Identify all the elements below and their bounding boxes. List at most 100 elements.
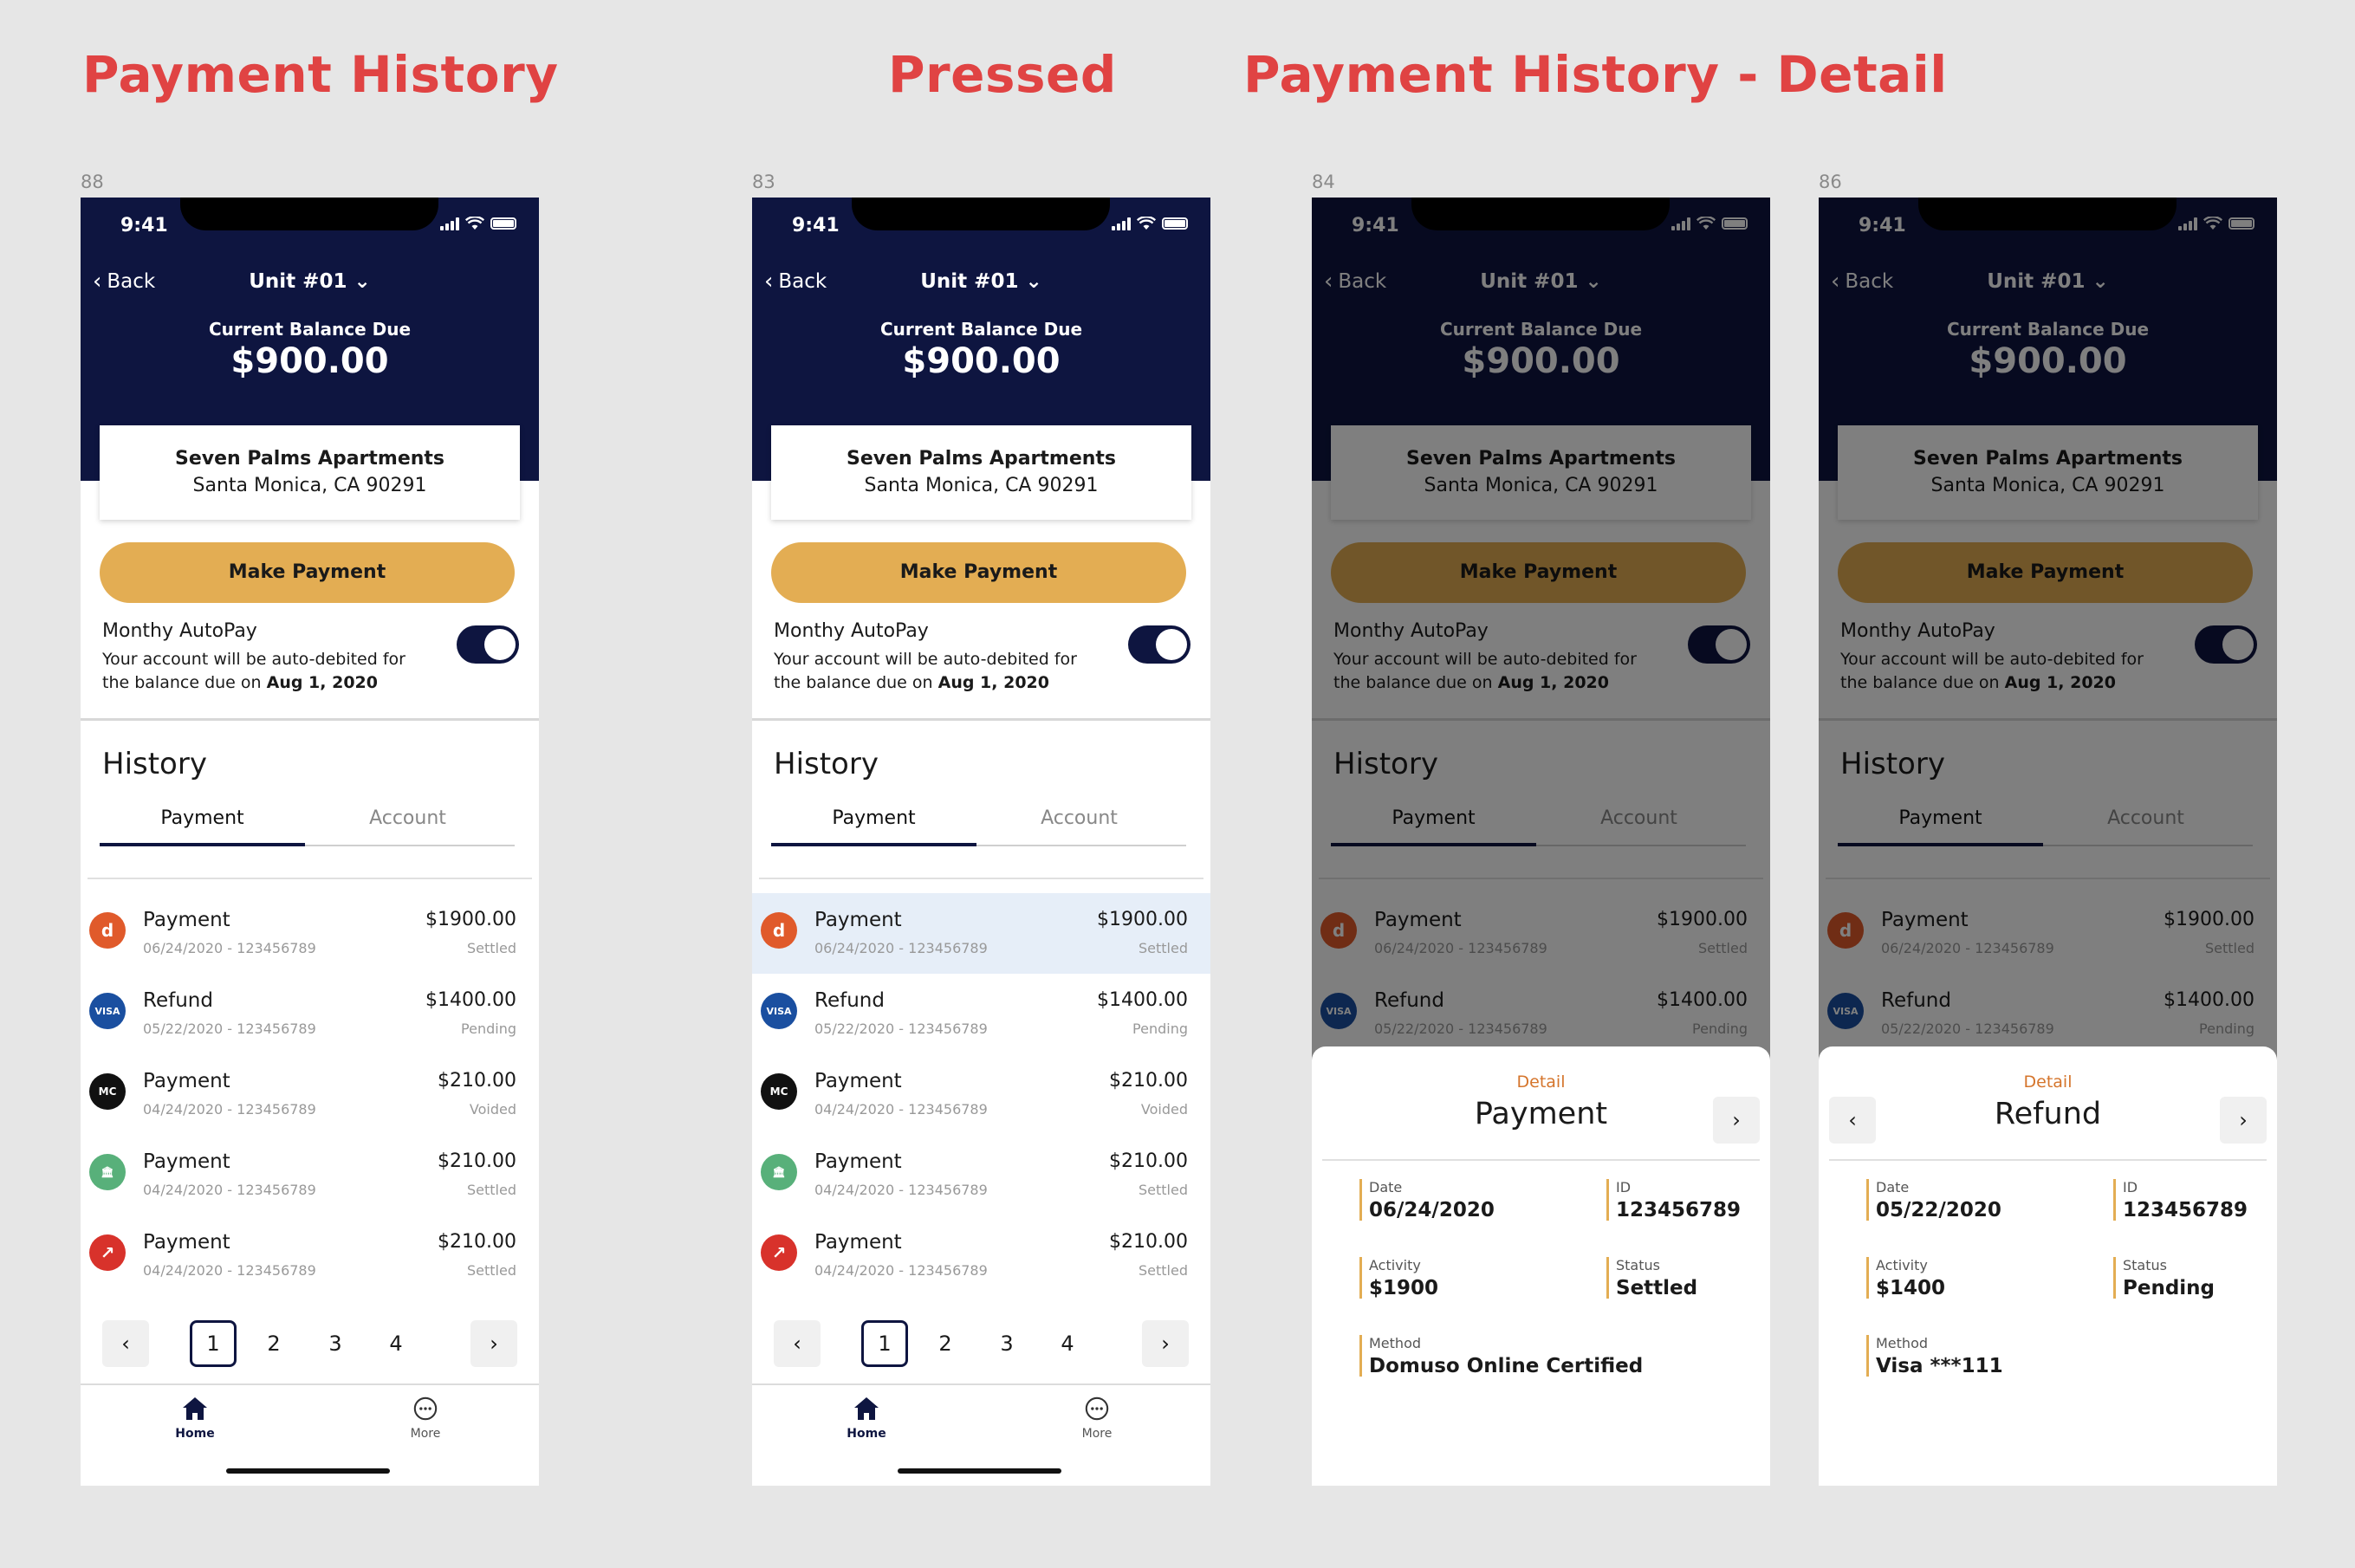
pager-next-button[interactable]: › xyxy=(470,1320,517,1367)
transaction-row[interactable]: 🏛 Payment 04/24/2020 - 123456789 $210.00… xyxy=(752,1135,1210,1215)
balance-amount: $900.00 xyxy=(902,341,1061,381)
pager-page-3[interactable]: 3 xyxy=(983,1320,1030,1367)
make-payment-button[interactable]: Make Payment xyxy=(100,542,515,603)
status-time: 9:41 xyxy=(120,215,168,236)
wifi-icon xyxy=(465,217,484,230)
transaction-type: Payment xyxy=(814,1150,902,1173)
chevron-down-icon: ⌄ xyxy=(354,270,371,293)
pager-prev-button[interactable]: ‹ xyxy=(774,1320,821,1367)
autopay-toggle[interactable] xyxy=(457,625,519,664)
transaction-row[interactable]: ↗ Payment 04/24/2020 - 123456789 $210.00… xyxy=(752,1215,1210,1296)
pager-page-3[interactable]: 3 xyxy=(312,1320,359,1367)
transaction-row[interactable]: VISA Refund 05/22/2020 - 123456789 $1400… xyxy=(752,974,1210,1054)
autopay-title: Monthy AutoPay xyxy=(774,620,929,642)
bank-icon: 🏛 xyxy=(761,1154,797,1190)
frame-label: 83 xyxy=(752,172,775,192)
detail-next-button[interactable]: › xyxy=(2220,1097,2267,1144)
frame-label: 86 xyxy=(1819,172,1842,192)
transaction-type: Payment xyxy=(143,1150,230,1173)
pager-page-2[interactable]: 2 xyxy=(250,1320,297,1367)
detail-divider xyxy=(1322,1159,1760,1161)
transaction-amount: $210.00 xyxy=(438,1231,516,1253)
nav-home[interactable]: Home xyxy=(814,1396,918,1441)
chevron-left-icon: ‹ xyxy=(121,1332,130,1356)
transaction-subtitle: 04/24/2020 - 123456789 xyxy=(814,1262,988,1279)
home-icon xyxy=(183,1397,207,1420)
pager-next-button[interactable]: › xyxy=(1142,1320,1189,1367)
detail-title: Payment xyxy=(1474,1097,1608,1131)
arrow-brand-icon: ↗ xyxy=(89,1234,126,1271)
detail-prev-button[interactable]: ‹ xyxy=(1829,1097,1876,1144)
field-value: Domuso Online Certified xyxy=(1369,1355,1644,1377)
pager-page-1[interactable]: 1 xyxy=(190,1320,237,1367)
visa-icon: VISA xyxy=(761,993,797,1029)
notch xyxy=(180,198,438,230)
transaction-amount: $1400.00 xyxy=(1097,989,1188,1011)
nav-more[interactable]: More xyxy=(1045,1396,1149,1441)
chevron-down-icon: ⌄ xyxy=(1025,270,1042,293)
nav-home-label: Home xyxy=(175,1427,215,1441)
visa-icon: VISA xyxy=(89,993,126,1029)
detail-method-field: Method Domuso Online Certified xyxy=(1359,1335,1643,1377)
detail-activity-field: Activity $1900 xyxy=(1359,1257,1438,1299)
transaction-type: Refund xyxy=(143,989,213,1012)
chevron-right-icon: › xyxy=(1161,1332,1170,1356)
phone-screen: 9:41 ‹Back Unit #01 ⌄ Current Balance Du… xyxy=(752,198,1210,1486)
transaction-row[interactable]: 🏛 Payment 04/24/2020 - 123456789 $210.00… xyxy=(81,1135,539,1215)
detail-next-button[interactable]: › xyxy=(1713,1097,1760,1144)
nav-home[interactable]: Home xyxy=(143,1396,247,1441)
list-divider xyxy=(759,878,1203,879)
tab-account[interactable]: Account xyxy=(305,807,510,829)
nav-more[interactable]: More xyxy=(373,1396,477,1441)
transaction-row[interactable]: ↗ Payment 04/24/2020 - 123456789 $210.00… xyxy=(81,1215,539,1296)
field-value: 123456789 xyxy=(1616,1199,1742,1221)
detail-date-field: Date 05/22/2020 xyxy=(1866,1179,2001,1221)
pager-page-1[interactable]: 1 xyxy=(861,1320,908,1367)
transaction-subtitle: 04/24/2020 - 123456789 xyxy=(143,1262,316,1279)
make-payment-button[interactable]: Make Payment xyxy=(771,542,1186,603)
detail-method-field: Method Visa ***111 xyxy=(1866,1335,2003,1377)
transaction-status: Settled xyxy=(467,940,516,956)
pager-page-4[interactable]: 4 xyxy=(1044,1320,1091,1367)
field-label: Status xyxy=(2123,1257,2167,1273)
balance-label: Current Balance Due xyxy=(879,319,1083,340)
tab-payment[interactable]: Payment xyxy=(100,807,305,829)
more-icon xyxy=(1085,1396,1109,1421)
unit-label: Unit #01 xyxy=(249,270,347,293)
tab-payment[interactable]: Payment xyxy=(771,807,976,829)
autopay-toggle[interactable] xyxy=(1128,625,1190,664)
pager-page-4[interactable]: 4 xyxy=(373,1320,419,1367)
phone-screen: 9:41 ‹Back Unit #01 ⌄ Current Balance Du… xyxy=(81,198,539,1486)
detail-id-field: ID 123456789 xyxy=(2113,1179,2248,1221)
nav-more-label: More xyxy=(410,1427,441,1441)
transaction-row[interactable]: d Payment 06/24/2020 - 123456789 $1900.0… xyxy=(752,893,1210,974)
transaction-amount: $1900.00 xyxy=(425,909,516,930)
autopay-date: Aug 1, 2020 xyxy=(266,673,378,692)
section-divider xyxy=(81,718,539,721)
detail-id-field: ID 123456789 xyxy=(1606,1179,1741,1221)
tab-account[interactable]: Account xyxy=(976,807,1182,829)
transaction-subtitle: 04/24/2020 - 123456789 xyxy=(143,1182,316,1198)
transaction-status: Pending xyxy=(1132,1020,1188,1037)
transaction-row[interactable]: MC Payment 04/24/2020 - 123456789 $210.0… xyxy=(81,1054,539,1135)
transaction-type: Payment xyxy=(814,1070,902,1092)
field-value: Pending xyxy=(2123,1277,2216,1299)
transaction-row[interactable]: MC Payment 04/24/2020 - 123456789 $210.0… xyxy=(752,1054,1210,1135)
home-indicator xyxy=(898,1468,1061,1474)
transaction-row[interactable]: VISA Refund 05/22/2020 - 123456789 $1400… xyxy=(81,974,539,1054)
signal-icon xyxy=(440,217,459,230)
transaction-row[interactable]: d Payment 06/24/2020 - 123456789 $1900.0… xyxy=(81,893,539,974)
property-name: Seven Palms Apartments xyxy=(174,448,445,470)
pager-prev-button[interactable]: ‹ xyxy=(102,1320,149,1367)
field-value: $1400 xyxy=(1876,1277,1946,1299)
unit-selector[interactable]: Unit #01 ⌄ xyxy=(752,270,1210,293)
pager-page-2[interactable]: 2 xyxy=(922,1320,969,1367)
detail-title: Refund xyxy=(1994,1097,2102,1131)
bottom-nav-divider xyxy=(81,1383,539,1385)
unit-selector[interactable]: Unit #01 ⌄ xyxy=(81,270,539,293)
transaction-status: Voided xyxy=(1140,1101,1188,1118)
transaction-status: Settled xyxy=(467,1262,516,1279)
chevron-right-icon: › xyxy=(1732,1108,1741,1132)
field-value: 123456789 xyxy=(2123,1199,2248,1221)
field-label: Activity xyxy=(1369,1257,1421,1273)
